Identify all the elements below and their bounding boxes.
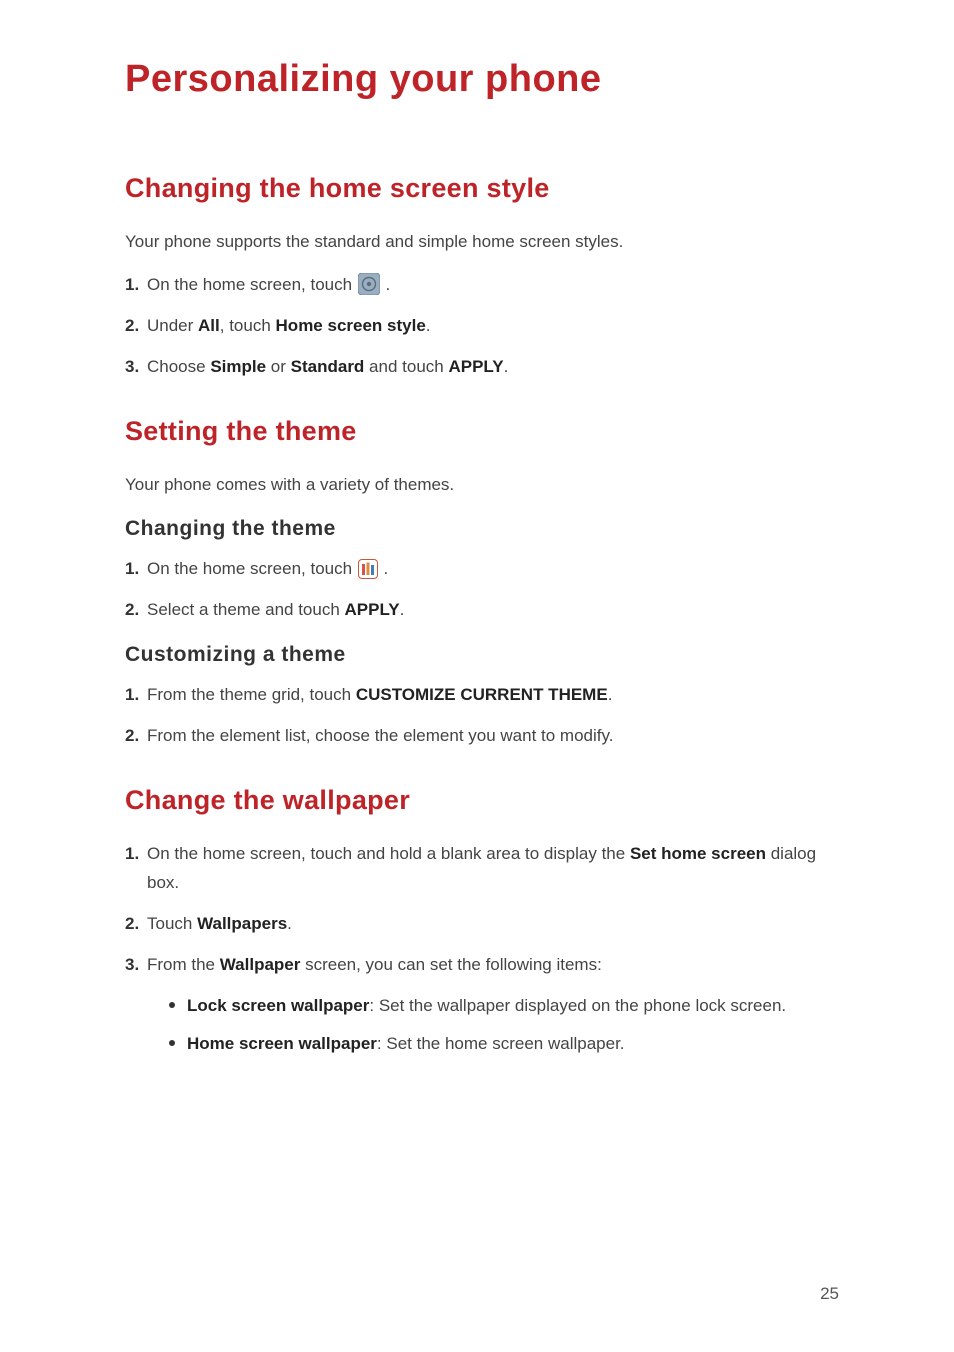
step-text: . bbox=[400, 600, 405, 619]
step-text: Touch bbox=[147, 914, 197, 933]
step-text: Under bbox=[147, 316, 198, 335]
ui-label-customize-current-theme: CUSTOMIZE CURRENT THEME bbox=[356, 685, 608, 704]
ui-label-apply: APPLY bbox=[448, 357, 503, 376]
heading-changing-the-theme: Changing the theme bbox=[125, 517, 839, 541]
wallpaper-options-list: Lock screen wallpaper: Set the wallpaper… bbox=[147, 990, 839, 1061]
ui-label-wallpaper: Wallpaper bbox=[220, 955, 301, 974]
ui-label-lock-screen-wallpaper: Lock screen wallpaper bbox=[187, 996, 369, 1015]
step-text: screen, you can set the following items: bbox=[300, 955, 601, 974]
step-text: . bbox=[426, 316, 431, 335]
ui-label-apply: APPLY bbox=[345, 600, 400, 619]
step-text: Choose bbox=[147, 357, 210, 376]
step-text: From the bbox=[147, 955, 220, 974]
step-number: 2. bbox=[125, 910, 147, 939]
page-number: 25 bbox=[820, 1284, 839, 1304]
ui-label-simple: Simple bbox=[210, 357, 266, 376]
intro-setting-theme: Your phone comes with a variety of theme… bbox=[125, 471, 839, 500]
step-text: Select a theme and touch bbox=[147, 600, 345, 619]
step-2: 2. From the element list, choose the ele… bbox=[125, 722, 839, 751]
themes-icon bbox=[358, 559, 378, 579]
step-number: 2. bbox=[125, 312, 147, 341]
steps-customizing-theme: 1. From the theme grid, touch CUSTOMIZE … bbox=[125, 681, 839, 751]
step-number: 1. bbox=[125, 271, 147, 300]
ui-label-set-home-screen: Set home screen bbox=[630, 844, 766, 863]
step-number: 1. bbox=[125, 840, 147, 869]
step-1: 1. From the theme grid, touch CUSTOMIZE … bbox=[125, 681, 839, 710]
ui-label-home-screen-wallpaper: Home screen wallpaper bbox=[187, 1034, 377, 1053]
step-text: . bbox=[384, 559, 389, 578]
heading-customizing-a-theme: Customizing a theme bbox=[125, 643, 839, 667]
ui-label-wallpapers: Wallpapers bbox=[197, 914, 287, 933]
step-number: 1. bbox=[125, 555, 147, 584]
step-number: 1. bbox=[125, 681, 147, 710]
step-text: . bbox=[504, 357, 509, 376]
step-number: 3. bbox=[125, 353, 147, 382]
step-text: From the element list, choose the elemen… bbox=[147, 722, 839, 751]
steps-changing-theme: 1. On the home screen, touch . 2. Select… bbox=[125, 555, 839, 625]
ui-label-home-screen-style: Home screen style bbox=[276, 316, 426, 335]
step-text: . bbox=[287, 914, 292, 933]
heading-setting-the-theme: Setting the theme bbox=[125, 416, 839, 447]
step-number: 2. bbox=[125, 596, 147, 625]
ui-label-all: All bbox=[198, 316, 220, 335]
list-item: Lock screen wallpaper: Set the wallpaper… bbox=[169, 990, 839, 1022]
step-number: 2. bbox=[125, 722, 147, 751]
settings-icon bbox=[358, 273, 380, 295]
bullet-text: : Set the wallpaper displayed on the pho… bbox=[369, 996, 786, 1015]
step-text: On the home screen, touch bbox=[147, 275, 357, 294]
bullet-text: : Set the home screen wallpaper. bbox=[377, 1034, 625, 1053]
step-3: 3. From the Wallpaper screen, you can se… bbox=[125, 951, 839, 1066]
step-text: , touch bbox=[220, 316, 276, 335]
step-2: 2. Select a theme and touch APPLY. bbox=[125, 596, 839, 625]
step-text: . bbox=[386, 275, 391, 294]
step-3: 3. Choose Simple or Standard and touch A… bbox=[125, 353, 839, 382]
intro-home-screen-style: Your phone supports the standard and sim… bbox=[125, 228, 839, 257]
ui-label-standard: Standard bbox=[291, 357, 365, 376]
heading-change-the-wallpaper: Change the wallpaper bbox=[125, 785, 839, 816]
step-text: On the home screen, touch and hold a bla… bbox=[147, 844, 630, 863]
step-1: 1. On the home screen, touch . bbox=[125, 555, 839, 584]
step-text: or bbox=[266, 357, 291, 376]
step-2: 2. Touch Wallpapers. bbox=[125, 910, 839, 939]
page-title: Personalizing your phone bbox=[125, 58, 839, 101]
step-text: On the home screen, touch bbox=[147, 559, 357, 578]
heading-changing-home-screen-style: Changing the home screen style bbox=[125, 173, 839, 204]
steps-home-screen-style: 1. On the home screen, touch . 2. Under … bbox=[125, 271, 839, 382]
step-number: 3. bbox=[125, 951, 147, 980]
list-item: Home screen wallpaper: Set the home scre… bbox=[169, 1028, 839, 1060]
step-text: From the theme grid, touch bbox=[147, 685, 356, 704]
step-1: 1. On the home screen, touch and hold a … bbox=[125, 840, 839, 898]
step-text: . bbox=[608, 685, 613, 704]
steps-change-wallpaper: 1. On the home screen, touch and hold a … bbox=[125, 840, 839, 1066]
step-1: 1. On the home screen, touch . bbox=[125, 271, 839, 300]
step-text: and touch bbox=[364, 357, 448, 376]
step-2: 2. Under All, touch Home screen style. bbox=[125, 312, 839, 341]
